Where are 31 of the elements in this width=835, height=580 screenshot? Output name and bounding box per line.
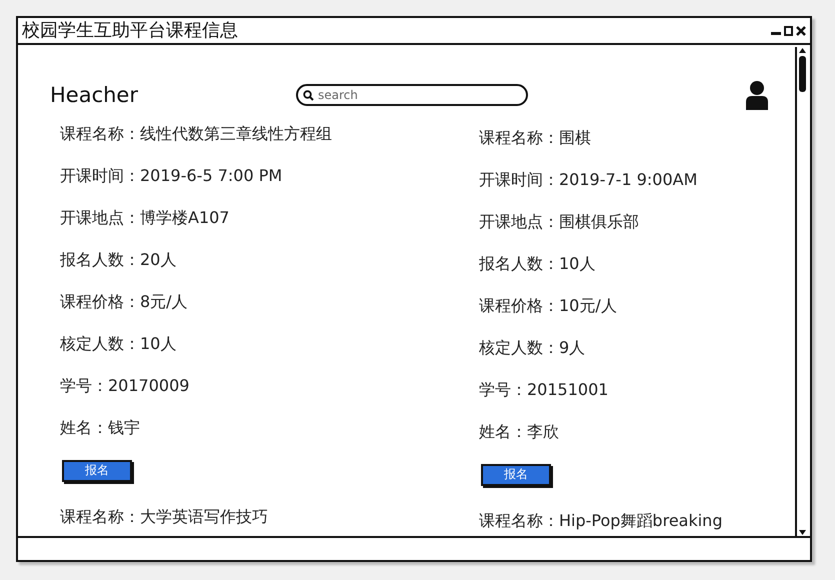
maximize-icon[interactable] [784,26,793,36]
course-field: 课程名称：围棋 [479,127,795,169]
course-field: 课程价格：10元/人 [479,295,795,337]
course-field: 课程价格：8元/人 [60,291,469,333]
course-field: 开课地点：围棋俱乐部 [479,211,795,253]
course-field: 核定人数：9人 [479,337,795,379]
scroll-down-icon[interactable] [798,529,807,536]
course-field: 课程名称：大学英语写作技巧 [60,506,469,536]
search-icon [303,90,314,101]
user-icon[interactable] [745,80,769,110]
scroll-up-icon[interactable] [798,47,807,54]
enroll-button[interactable]: 报名 [62,460,132,482]
course-field: 报名人数：20人 [60,249,469,291]
course-field: 开课时间：2019-7-1 9:00AM [479,169,795,211]
course-field: 课程名称：线性代数第三章线性方程组 [60,123,469,165]
search-field[interactable]: search [296,84,528,106]
course-field: 开课地点：博学楼A107 [60,207,469,249]
scroll-thumb[interactable] [799,56,806,92]
course-field: 姓名：钱宇 [60,417,469,459]
logo: Heacher [50,83,139,107]
window-title: 校园学生互助平台课程信息 [22,19,238,43]
scrollbar[interactable] [795,47,808,536]
course-field: 开课时间：2019-6-5 7:00 PM [60,165,469,207]
course-field: 学号：20151001 [479,379,795,421]
course-field: 学号：20170009 [60,375,469,417]
enroll-button[interactable]: 报名 [481,464,551,486]
course-field: 课程名称：Hip-Pop舞蹈breaking [479,510,795,536]
course-field: 报名人数：10人 [479,253,795,295]
course-field: 姓名：李欣 [479,421,795,463]
course-field: 核定人数：10人 [60,333,469,375]
close-icon[interactable] [796,26,806,36]
